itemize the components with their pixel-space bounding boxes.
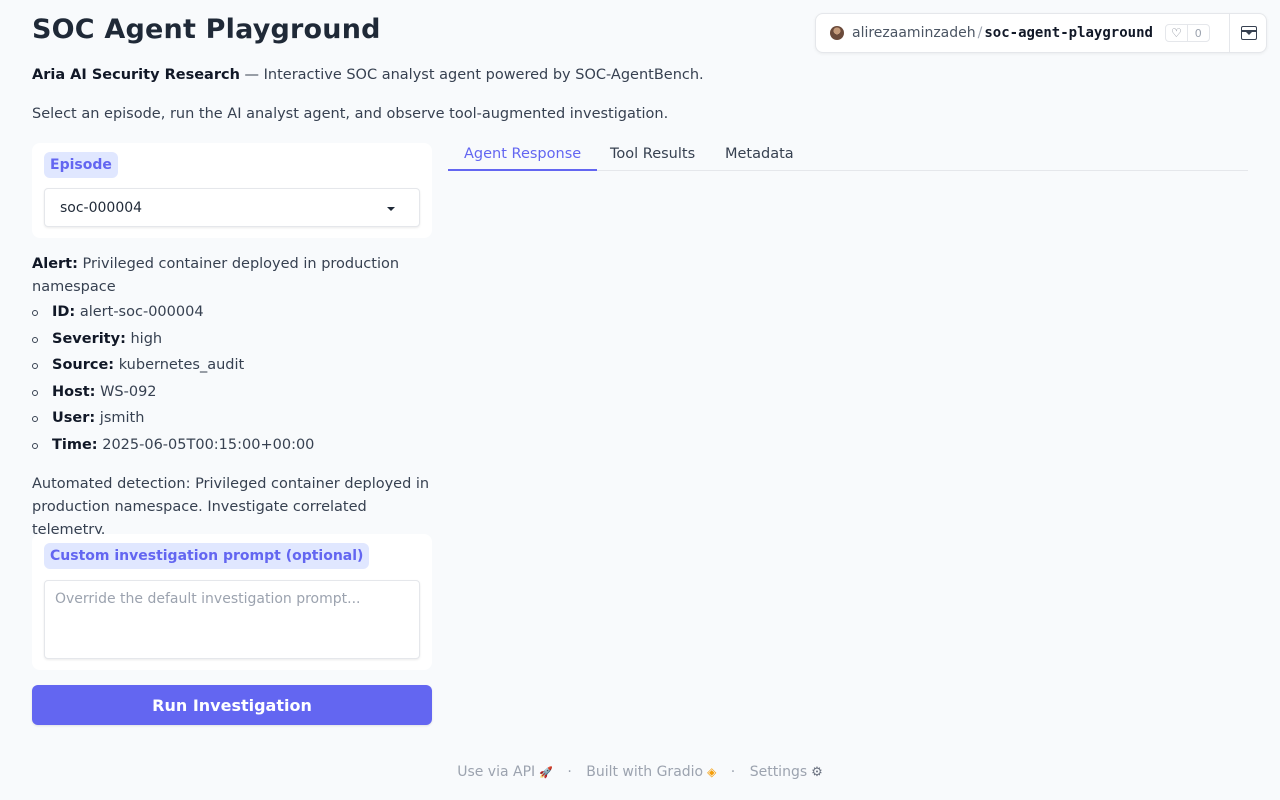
field-key: User: [52,410,96,427]
space-repo-link[interactable]: soc-agent-playground [984,25,1153,41]
alert-field-user: User: jsmith [32,407,432,434]
alert-title: Alert: Privileged container deployed in … [32,253,432,299]
prompt-label: Custom investigation prompt (optional) [44,543,370,569]
use-via-api-label: Use via API [457,764,536,780]
alert-field-host: Host: WS-092 [32,381,432,408]
field-value: high [125,330,163,347]
footer-separator: · [567,764,572,780]
badge-divider [1229,14,1230,52]
tab-tool-results[interactable]: Tool Results [594,143,711,171]
heart-icon: ♡ [1166,25,1188,41]
custom-prompt-textarea[interactable] [44,580,420,659]
owner-avatar[interactable] [830,26,844,40]
alert-field-time: Time: 2025-06-05T00:15:00+00:00 [32,434,432,461]
field-key: Severity: [52,330,126,347]
detection-description: Automated detection: Privileged containe… [32,476,430,538]
gear-icon: ⚙ [811,764,823,780]
alert-title-text: Privileged container deployed in product… [32,256,400,295]
built-with-gradio-link[interactable]: Built with Gradio ◈ [586,764,716,780]
run-investigation-button[interactable]: Run Investigation [32,685,432,725]
org-name: Aria AI Security Research [32,67,240,83]
page-title: SOC Agent Playground [32,14,381,45]
field-value: WS-092 [95,383,157,400]
field-value: kubernetes_audit [114,357,245,374]
episode-panel: Episode soc-000004 [32,143,432,238]
footer-separator: · [730,764,736,780]
tab-agent-response[interactable]: Agent Response [448,143,598,171]
alert-field-source: Source: kubernetes_audit [32,354,432,381]
space-owner-link[interactable]: alirezaaminzadeh [852,25,976,41]
rocket-icon: 🚀 [539,765,553,779]
like-button[interactable]: ♡ 0 [1164,24,1210,42]
page-subtitle: Aria AI Security Research — Interactive … [32,67,704,83]
field-value: alert-soc-000004 [75,304,204,320]
tab-metadata[interactable]: Metadata [709,143,810,171]
alert-field-severity: Severity: high [32,328,432,355]
footer: Use via API 🚀 · Built with Gradio ◈ · Sett… [0,764,1280,780]
settings-label: Settings [749,764,808,780]
field-key: ID: [52,304,76,320]
like-count: 0 [1194,26,1202,40]
instructions-text: Select an episode, run the AI analyst ag… [32,106,669,122]
chevron-down-icon [387,207,395,211]
gradio-logo-icon: ◈ [707,765,717,779]
settings-link[interactable]: Settings ⚙ [750,764,823,780]
built-with-gradio-label: Built with Gradio [586,764,704,780]
alert-details-list: ID: alert-soc-000004 Severity: high Sour… [32,301,432,461]
owner-repo-separator: / [977,25,983,41]
collapse-header-icon[interactable] [1241,26,1257,40]
alert-field-id: ID: alert-soc-000004 [32,301,432,328]
use-via-api-link[interactable]: Use via API 🚀 [457,764,553,780]
field-key: Source: [52,357,115,374]
field-value: jsmith [95,410,145,427]
episode-label: Episode [44,152,118,178]
episode-dropdown[interactable]: soc-000004 [44,188,420,227]
prompt-panel: Custom investigation prompt (optional) [32,534,432,670]
space-header-badge: alirezaaminzadeh / soc-agent-playground … [815,13,1267,53]
field-key: Host: [52,383,96,400]
alert-label: Alert: [32,256,78,272]
episode-selected-value: soc-000004 [60,200,143,216]
results-tabs: Agent Response Tool Results Metadata [448,143,1248,171]
field-key: Time: [52,436,98,453]
subtitle-text: — Interactive SOC analyst agent powered … [239,67,704,83]
field-value: 2025-06-05T00:15:00+00:00 [97,436,315,453]
